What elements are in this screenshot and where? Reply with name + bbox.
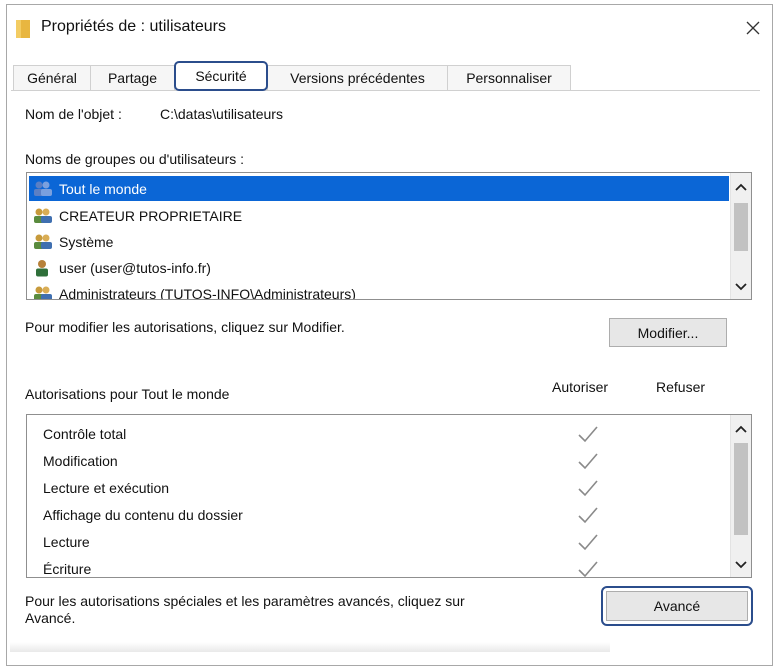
- group-icon: [34, 286, 52, 299]
- checkmark-icon: [578, 507, 598, 524]
- groups-list[interactable]: Tout le monde CREATEUR PROPRIETAIRE Syst…: [26, 172, 752, 300]
- modify-button[interactable]: Modifier...: [609, 318, 727, 347]
- folder-icon: [16, 20, 30, 38]
- permission-row: Modification: [43, 453, 118, 469]
- allow-header: Autoriser: [552, 379, 609, 395]
- chevron-up-icon: [735, 183, 747, 191]
- modify-hint: Pour modifier les autorisations, cliquez…: [25, 319, 345, 335]
- title-bar: Propriétés de : utilisateurs: [7, 5, 772, 51]
- group-icon: [34, 181, 52, 196]
- advanced-button[interactable]: Avancé: [601, 586, 753, 626]
- checkmark-icon: [578, 426, 598, 443]
- checkmark-icon: [578, 480, 598, 497]
- advanced-hint-line2: Avancé.: [25, 610, 76, 626]
- groups-label: Noms de groupes ou d'utilisateurs :: [25, 151, 245, 167]
- group-item-everyone[interactable]: Tout le monde: [29, 176, 729, 201]
- object-name-value: C:\datas\utilisateurs: [160, 106, 283, 122]
- close-button[interactable]: [738, 13, 768, 43]
- chevron-up-icon: [735, 425, 747, 433]
- tab-bar: Général Partage Sécurité Versions précéd…: [7, 57, 772, 91]
- group-icon: [34, 208, 52, 223]
- permissions-scrollbar[interactable]: [730, 415, 751, 577]
- scroll-thumb[interactable]: [734, 203, 748, 251]
- scroll-up-button[interactable]: [731, 419, 751, 439]
- scroll-down-button[interactable]: [731, 277, 751, 297]
- scroll-up-button[interactable]: [731, 177, 751, 197]
- groups-scrollbar[interactable]: [730, 173, 751, 299]
- properties-dialog: Propriétés de : utilisateurs Général Par…: [6, 4, 773, 666]
- checkmark-icon: [578, 534, 598, 551]
- window-title: Propriétés de : utilisateurs: [41, 18, 226, 35]
- permission-row: Lecture: [43, 534, 90, 550]
- tab-previous-versions[interactable]: Versions précédentes: [267, 65, 448, 90]
- permission-row: Contrôle total: [43, 426, 127, 442]
- user-icon: [36, 259, 48, 276]
- tab-divider: [11, 90, 760, 91]
- tab-security[interactable]: Sécurité: [174, 61, 268, 91]
- group-item-user[interactable]: user (user@tutos-info.fr): [29, 255, 211, 280]
- checkmark-icon: [578, 453, 598, 470]
- object-name-label: Nom de l'objet :: [25, 106, 122, 122]
- scroll-down-button[interactable]: [731, 555, 751, 575]
- group-icon: [34, 234, 52, 249]
- scroll-thumb[interactable]: [734, 443, 748, 535]
- tab-general[interactable]: Général: [13, 65, 91, 90]
- advanced-hint-line1: Pour les autorisations spéciales et les …: [25, 593, 465, 609]
- permission-row: Affichage du contenu du dossier: [43, 507, 243, 523]
- deny-header: Refuser: [656, 379, 706, 395]
- chevron-down-icon: [735, 283, 747, 291]
- tab-customize[interactable]: Personnaliser: [447, 65, 571, 90]
- tab-sharing[interactable]: Partage: [90, 65, 175, 90]
- permission-row: Écriture: [43, 561, 92, 577]
- chevron-down-icon: [735, 561, 747, 569]
- group-item-administrators[interactable]: Administrateurs (TUTOS-INFO\Administrate…: [29, 281, 356, 299]
- truncated-text-row: [10, 642, 610, 652]
- permission-row: Lecture et exécution: [43, 480, 170, 496]
- permissions-title: Autorisations pour Tout le monde: [25, 386, 230, 402]
- checkmark-icon: [578, 561, 598, 577]
- permissions-list[interactable]: Contrôle total Modification Lecture et e…: [26, 414, 752, 578]
- close-icon: [746, 21, 760, 35]
- group-item-creator-owner[interactable]: CREATEUR PROPRIETAIRE: [29, 203, 242, 228]
- group-item-system[interactable]: Système: [29, 229, 113, 254]
